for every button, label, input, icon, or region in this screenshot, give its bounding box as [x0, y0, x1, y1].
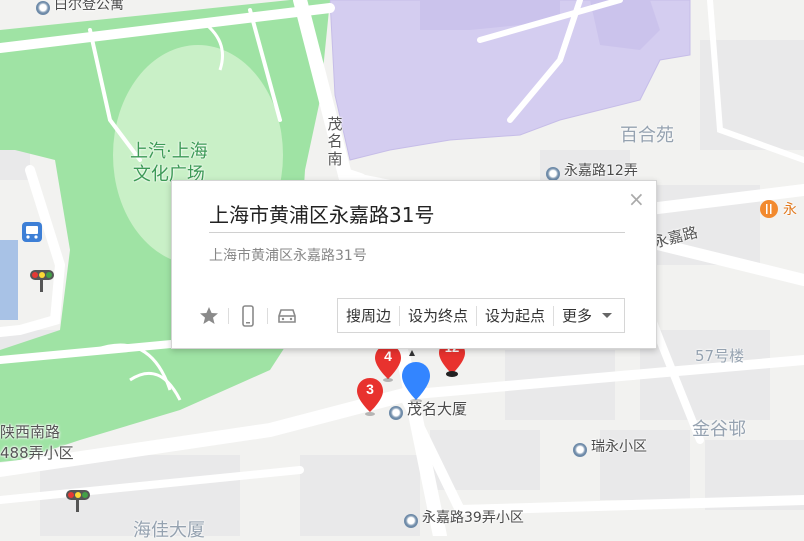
poi-icon: ● [573, 443, 587, 457]
building-blue [0, 240, 18, 320]
poi-icon: ● [404, 514, 418, 528]
divider [267, 308, 268, 324]
poi-label[interactable]: ● 永嘉路39弄小区 [404, 511, 524, 528]
popup-action-bar: 搜周边 设为终点 设为起点 更多 [337, 298, 626, 333]
place-info-popup: × 上海市黄浦区永嘉路31号 上海市黄浦区永嘉路31号 搜周边 设为终点 设为起… [171, 180, 657, 349]
poi-label[interactable]: ● 茂名大厦 [389, 402, 467, 420]
poi-label[interactable]: ● 永嘉路12弄 [546, 164, 638, 181]
area-label: 百合苑 [620, 125, 674, 146]
poi-label[interactable]: ● 瑞永小区 [573, 440, 647, 457]
poi-label[interactable]: 永 [783, 203, 797, 217]
more-dropdown[interactable]: 更多 [554, 306, 624, 326]
star-icon[interactable] [197, 305, 221, 327]
bus-stop-icon[interactable] [22, 222, 42, 242]
place-title: 上海市黄浦区永嘉路31号 [209, 204, 625, 233]
marker-number: 3 [366, 381, 374, 397]
set-destination-button[interactable]: 设为终点 [400, 305, 478, 326]
car-icon[interactable] [275, 305, 299, 327]
close-icon[interactable]: × [628, 189, 645, 209]
search-nearby-button[interactable]: 搜周边 [338, 305, 401, 326]
restaurant-icon[interactable] [760, 200, 778, 218]
place-address: 上海市黄浦区永嘉路31号 [209, 248, 367, 264]
road-label-shaanxi: 陕西南路 488弄小区 [0, 423, 74, 462]
poi-icon: ● [546, 167, 560, 181]
area-label: 金谷邨 [692, 419, 746, 440]
more-label: 更多 [562, 306, 593, 325]
quick-actions [197, 305, 299, 327]
phone-icon[interactable] [236, 305, 260, 327]
set-origin-button[interactable]: 设为起点 [477, 305, 555, 326]
chevron-down-icon [602, 313, 613, 318]
poi-icon: ● [389, 406, 403, 420]
divider [228, 308, 229, 324]
road-label-maoming: 茂名南 [327, 115, 343, 168]
area-label: 57号楼 [695, 347, 745, 365]
marker-number: 4 [384, 348, 392, 364]
poi-label[interactable]: ● 白尔登公寓 [36, 0, 124, 15]
area-label: 海佳大厦 [133, 520, 205, 541]
poi-icon: ● [36, 1, 50, 15]
